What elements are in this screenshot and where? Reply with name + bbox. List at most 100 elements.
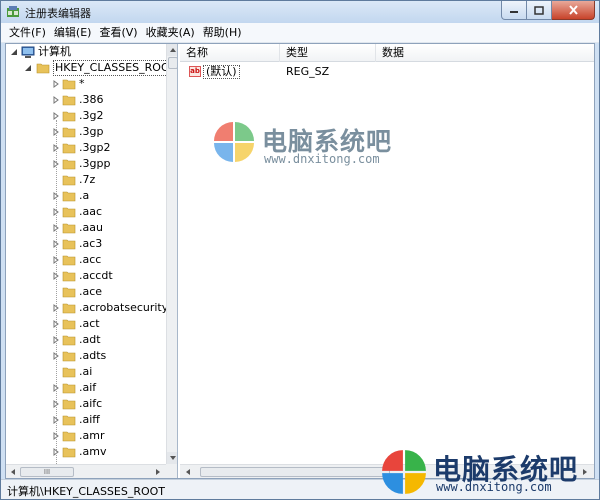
value-name: (默认) <box>203 65 240 79</box>
computer-icon <box>21 46 35 58</box>
minimize-button[interactable] <box>501 1 527 20</box>
tree-item-hkey-classes-root[interactable]: HKEY_CLASSES_ROOT <box>6 60 177 76</box>
value-type: REG_SZ <box>286 65 330 78</box>
minimize-icon <box>510 11 518 13</box>
tree-item-label: .acc <box>79 253 102 266</box>
tree-item[interactable]: .ai <box>6 364 166 380</box>
folder-icon <box>62 383 76 394</box>
tree-item[interactable]: .3gp2 <box>6 140 166 156</box>
tree-item-label: .act <box>79 317 100 330</box>
tree-horizontal-scrollbar[interactable]: III <box>6 464 166 478</box>
tree-item-computer[interactable]: 计算机 <box>6 44 166 60</box>
scroll-down-button[interactable] <box>167 452 177 464</box>
menu-help[interactable]: 帮助(H) <box>199 24 246 42</box>
column-header-name[interactable]: 名称 <box>180 44 280 62</box>
tree-item[interactable]: .amr <box>6 428 166 444</box>
tree-horizontal-thumb[interactable]: III <box>20 467 74 477</box>
scroll-left-arrow-icon[interactable] <box>8 467 18 477</box>
tree-item[interactable]: .3gpp <box>6 156 166 172</box>
tree-item[interactable]: .adts <box>6 348 166 364</box>
tree-item-label: .amv <box>79 445 107 458</box>
watermark-logo-icon <box>382 450 426 494</box>
column-header-type[interactable]: 类型 <box>280 44 376 62</box>
column-header-data[interactable]: 数据 <box>376 44 594 62</box>
folder-icon <box>62 287 76 298</box>
tree-item[interactable]: .ac3 <box>6 236 166 252</box>
folder-icon <box>62 271 76 282</box>
tree-item-label: .acrobatsecurityset <box>79 301 178 314</box>
tree-item[interactable]: * <box>6 76 166 92</box>
registry-tree-pane: 计算机 HKEY_CLASSES_ROOT * .386 .3g2 .3gp .3gp2… <box>6 44 178 478</box>
tree-item[interactable]: .3gp <box>6 124 166 140</box>
folder-icon <box>62 351 76 362</box>
folder-icon <box>62 175 76 186</box>
folder-icon <box>62 303 76 314</box>
tree-item[interactable]: .3g2 <box>6 108 166 124</box>
expand-arrow-icon[interactable] <box>52 96 60 104</box>
tree-item[interactable]: .386 <box>6 92 166 108</box>
tree-item-label: .3gp <box>79 125 104 138</box>
tree-item[interactable]: .aiff <box>6 412 166 428</box>
status-path: 计算机\HKEY_CLASSES_ROOT <box>7 485 166 498</box>
tree-item-label: .386 <box>79 93 104 106</box>
tree-item-label: .ai <box>79 365 93 378</box>
tree-item-label: .3g2 <box>79 109 104 122</box>
maximize-button[interactable] <box>527 1 552 20</box>
window-title: 注册表编辑器 <box>25 7 91 20</box>
tree-item[interactable]: .amv <box>6 444 166 460</box>
close-icon <box>568 5 578 15</box>
close-button[interactable] <box>552 1 595 20</box>
values-list-pane: 名称 类型 数据 ab (默认) REG_SZ <box>180 44 594 478</box>
tree-item[interactable]: .a <box>6 188 166 204</box>
folder-icon <box>62 159 76 170</box>
menu-favorites[interactable]: 收藏夹(A) <box>142 24 199 42</box>
scroll-left-arrow-icon[interactable] <box>183 467 193 477</box>
tree-item-label: .adts <box>79 349 107 362</box>
tree-item[interactable]: .acrobatsecurityset <box>6 300 177 316</box>
tree-item-label: * <box>79 77 85 90</box>
tree-item-label: .adt <box>79 333 101 346</box>
menu-view[interactable]: 查看(V) <box>95 24 141 42</box>
list-header: 名称 类型 数据 <box>180 44 594 62</box>
tree-item[interactable]: .acc <box>6 252 166 268</box>
tree-item[interactable]: .accdt <box>6 268 166 284</box>
expand-arrow-icon[interactable] <box>52 80 60 88</box>
scroll-right-arrow-icon[interactable] <box>580 467 590 477</box>
folder-icon <box>62 399 76 410</box>
tree-item-label: .amr <box>79 429 105 442</box>
menu-edit[interactable]: 编辑(E) <box>50 24 96 42</box>
list-row[interactable]: ab (默认) REG_SZ <box>180 63 594 81</box>
folder-icon <box>62 367 76 378</box>
expand-arrow-icon[interactable] <box>52 112 60 120</box>
title-bar[interactable]: 注册表编辑器 <box>1 1 599 23</box>
tree-item[interactable]: .aau <box>6 220 166 236</box>
menu-file[interactable]: 文件(F) <box>5 24 50 42</box>
list-horizontal-thumb[interactable] <box>200 467 390 477</box>
folder-icon <box>62 415 76 426</box>
tree-rows: 计算机 HKEY_CLASSES_ROOT * .386 .3g2 .3gp .3gp2… <box>6 44 177 464</box>
maximize-icon <box>534 5 544 15</box>
caption-buttons <box>501 1 595 20</box>
watermark-logo-icon <box>214 122 254 162</box>
tree-guide-line <box>56 120 57 464</box>
registry-editor-window: 注册表编辑器 文件(F) 编辑(E) 查看(V) 收藏夹(A) 帮助(H) 计算… <box>0 0 600 500</box>
folder-icon <box>62 95 76 106</box>
scroll-right-arrow-icon[interactable] <box>153 467 163 477</box>
tree-item[interactable]: .act <box>6 316 166 332</box>
watermark-url: www.dnxitong.com <box>264 152 380 166</box>
tree-item[interactable]: .aifc <box>6 396 166 412</box>
scroll-up-arrow-icon <box>170 48 176 52</box>
tree-vertical-scrollbar[interactable] <box>166 44 177 464</box>
tree-vertical-thumb[interactable] <box>168 57 177 69</box>
collapse-arrow-icon <box>11 49 17 55</box>
collapse-arrow-icon <box>25 65 31 71</box>
folder-icon <box>62 431 76 442</box>
tree-item[interactable]: .7z <box>6 172 166 188</box>
tree-item-label: .3gpp <box>79 157 111 170</box>
tree-item[interactable]: .aac <box>6 204 166 220</box>
tree-item[interactable]: .adt <box>6 332 166 348</box>
folder-icon <box>62 447 76 458</box>
scroll-up-button[interactable] <box>167 44 177 56</box>
tree-item[interactable]: .aif <box>6 380 166 396</box>
tree-item[interactable]: .ace <box>6 284 166 300</box>
